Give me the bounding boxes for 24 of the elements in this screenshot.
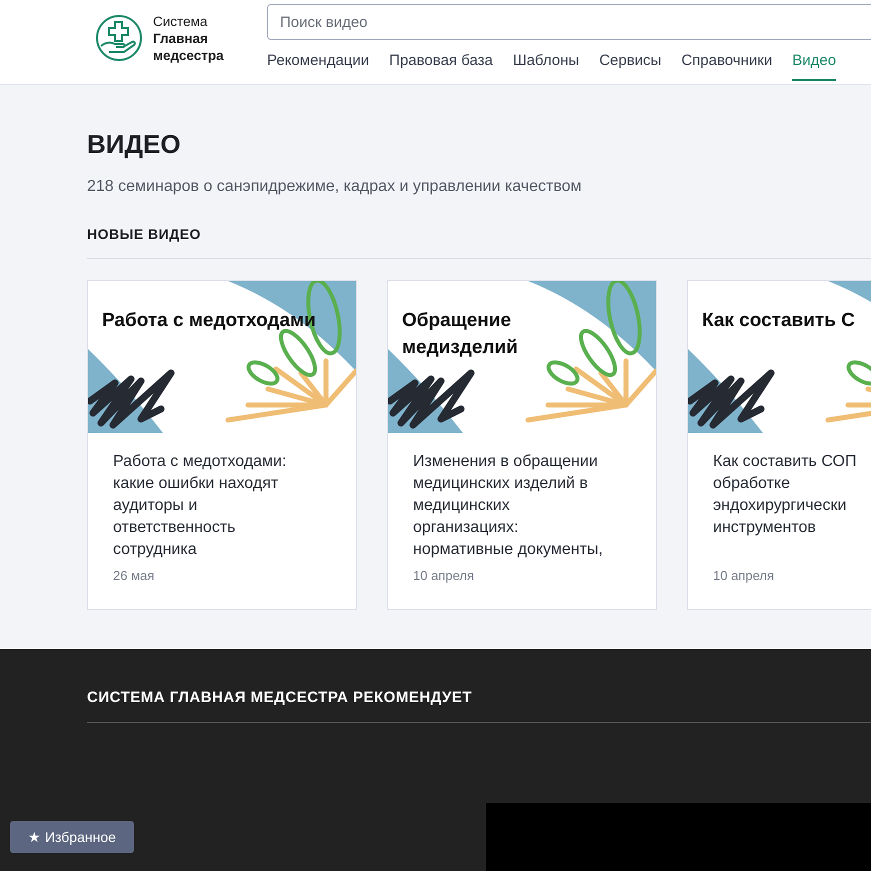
page-title: ВИДЕО — [87, 129, 182, 160]
video-title[interactable]: Работа с медотходами: какие ошибки находят аудиторы и ответственность сотрудника — [113, 451, 331, 561]
video-card[interactable]: Как составить С Как составить СОП обработке эндохирургически инструментов 10 апреля — [687, 280, 871, 610]
video-date: 10 апреля — [713, 568, 775, 583]
nav-tab[interactable]: Сервисы — [599, 52, 662, 81]
page-subtitle: 218 семинаров о санэпидрежиме, кадрах и управлении качеством — [87, 178, 583, 196]
cover-title: Как составить С — [702, 309, 855, 333]
nav-tab[interactable]: Справочники — [681, 52, 772, 81]
video-title[interactable]: Как составить СОП обработке эндохирургически инструментов — [713, 451, 871, 561]
nav-tab[interactable]: Видео — [792, 52, 836, 81]
cover-title: Обращение медизделий — [402, 309, 518, 360]
nav-tab[interactable]: Правовая база — [389, 52, 493, 81]
nav-tab[interactable]: Рекомендации — [267, 52, 370, 81]
search-field[interactable]: Поиск видео — [267, 4, 871, 40]
section-title: НОВЫЕ ВИДЕО — [87, 226, 202, 242]
video-card[interactable]: Обращение медизделий Изменения в обращении медицинских изделий в медицинских организациях: нормативные документы, 10 апреля — [387, 280, 657, 610]
video-date: 10 апреля — [413, 568, 475, 583]
section-title: СИСТЕМА ГЛАВНАЯ МЕДСЕСТРА РЕКОМЕНДУЕТ — [87, 689, 474, 706]
video-date: 26 мая — [113, 568, 156, 583]
video-title[interactable]: Изменения в обращении медицинских изделий в медицинских организациях: нормативные документы, — [413, 451, 631, 561]
favorites-button[interactable]: ★ Избранное — [10, 821, 134, 853]
hand-cross-logo-icon[interactable] — [95, 14, 143, 62]
nav-tab[interactable]: Шаблоны — [512, 52, 580, 81]
logo-text: Система Главная медсестра — [153, 12, 225, 64]
